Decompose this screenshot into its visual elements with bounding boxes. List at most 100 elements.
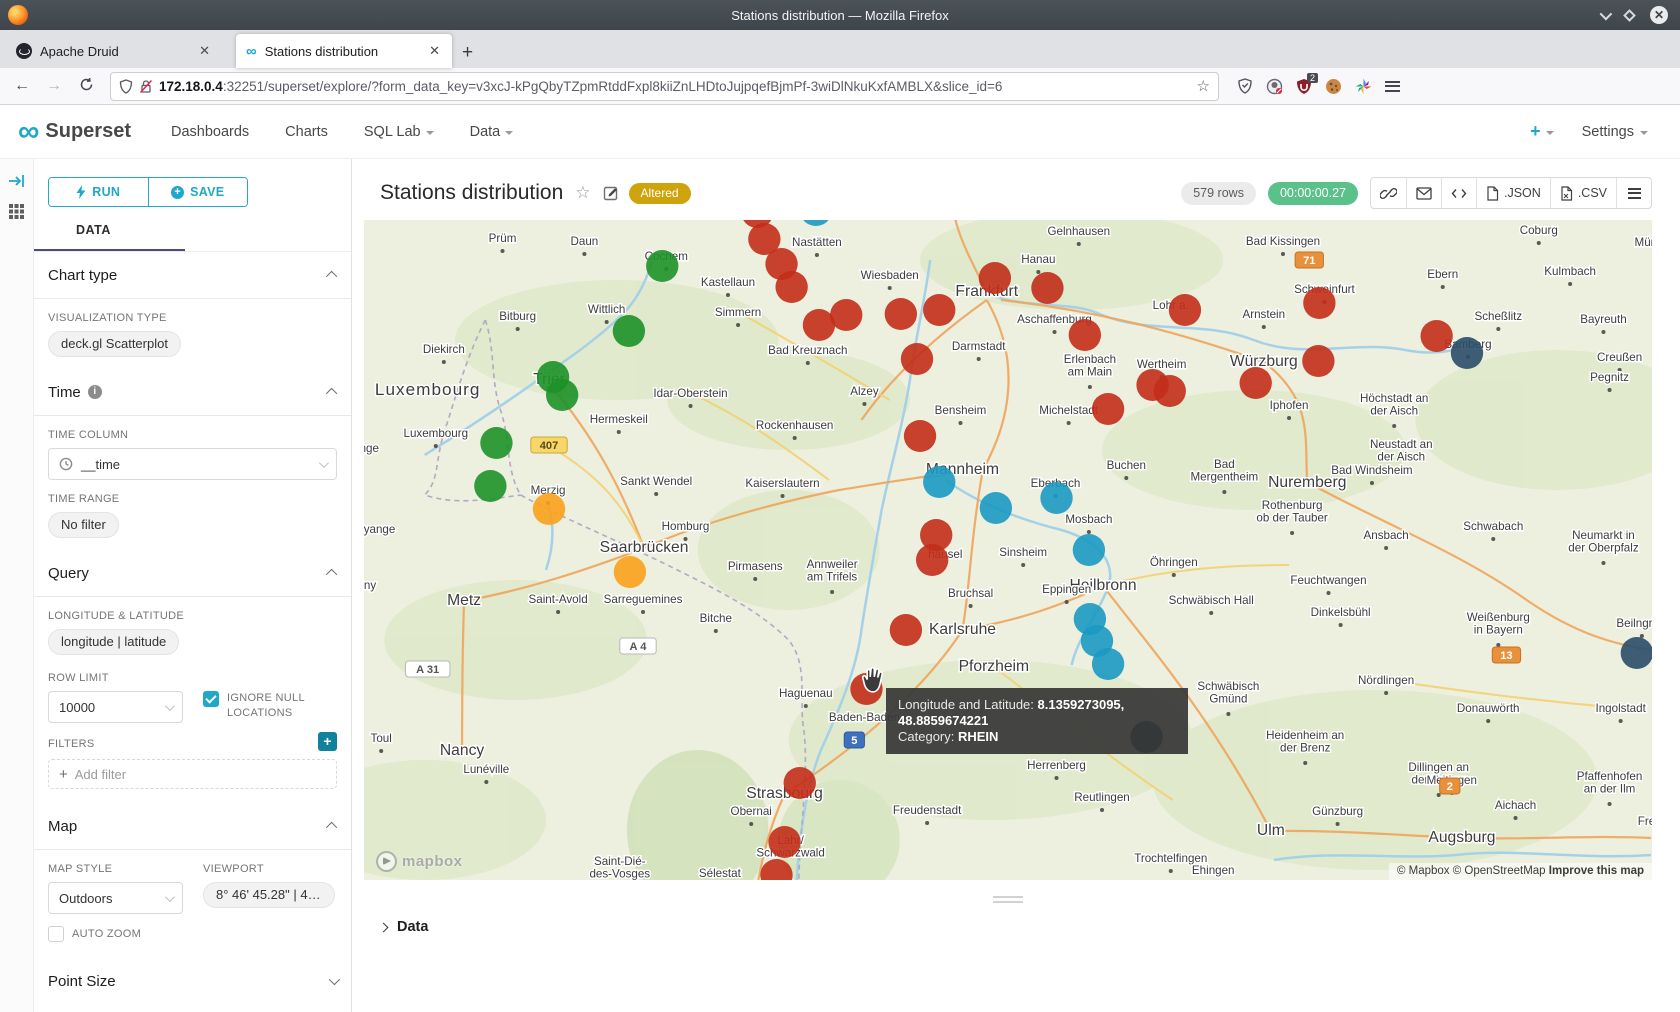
altered-badge[interactable]: Altered [629, 183, 691, 204]
section-map[interactable]: Map [48, 803, 337, 849]
scatter-point[interactable] [1092, 393, 1124, 425]
ublock-icon[interactable]: 2 [1296, 78, 1312, 95]
settings-menu[interactable]: Settings [1582, 124, 1648, 140]
time-range-chip[interactable]: No filter [48, 512, 119, 538]
scatter-point[interactable] [768, 826, 800, 858]
download-json-button[interactable]: .JSON [1476, 178, 1550, 208]
edit-properties-icon[interactable] [603, 185, 619, 201]
scatter-point[interactable] [916, 544, 948, 576]
cookie-icon[interactable] [1325, 78, 1342, 95]
shield-icon[interactable] [119, 79, 133, 94]
map-attribution[interactable]: © Mapbox © OpenStreetMap Improve this ma… [1389, 863, 1652, 880]
section-query[interactable]: Query [48, 550, 337, 596]
section-point-size[interactable]: Point Size [48, 958, 337, 1004]
scatter-point[interactable] [480, 427, 512, 459]
scatter-point[interactable] [784, 767, 816, 799]
checkbox-unchecked-icon[interactable] [48, 926, 64, 942]
back-icon[interactable]: ← [8, 77, 36, 95]
scatter-point[interactable] [1031, 272, 1063, 304]
time-column-select[interactable]: __time [48, 448, 337, 480]
scatter-point[interactable] [613, 315, 645, 347]
bookmark-star-icon[interactable]: ☆ [1197, 77, 1210, 95]
nav-charts[interactable]: Charts [285, 124, 328, 140]
scatter-point[interactable] [1621, 637, 1652, 669]
insecure-lock-icon[interactable] [139, 79, 153, 94]
chart-menu-button[interactable] [1616, 178, 1651, 208]
section-time[interactable]: Timei [48, 369, 337, 415]
scatter-point[interactable] [979, 262, 1011, 294]
scatter-point[interactable] [533, 493, 565, 525]
tab-stations-distribution[interactable]: ∞ Stations distribution ✕ [236, 34, 452, 68]
section-chart-type[interactable]: Chart type [48, 252, 337, 298]
lonlat-chip[interactable]: longitude | latitude [48, 629, 179, 655]
share-link-button[interactable] [1371, 178, 1406, 208]
scatter-point[interactable] [923, 294, 955, 326]
checkbox-checked-icon[interactable] [203, 691, 219, 707]
email-button[interactable] [1406, 178, 1441, 208]
scatter-point[interactable] [830, 299, 862, 331]
scatter-point[interactable] [923, 466, 955, 498]
reload-icon[interactable] [72, 77, 100, 95]
scatter-point[interactable] [1169, 294, 1201, 326]
scatter-point[interactable] [885, 298, 917, 330]
pinwheel-extension-icon[interactable] [1355, 78, 1372, 95]
nav-sql-lab[interactable]: SQL Lab [364, 124, 434, 140]
save-button[interactable]: + SAVE [148, 178, 248, 206]
privacy-extension-icon[interactable] [1266, 78, 1283, 95]
collapse-panel-icon[interactable] [8, 173, 26, 189]
scatter-point[interactable] [901, 343, 933, 375]
forward-icon[interactable]: → [40, 77, 68, 95]
add-filter-input[interactable]: + Add filter [48, 759, 337, 789]
resize-handle[interactable] [993, 896, 1023, 903]
scatter-point[interactable] [1040, 482, 1072, 514]
add-new-button[interactable]: + [1530, 121, 1554, 142]
scatter-point[interactable] [904, 420, 936, 452]
tab-close-icon[interactable]: ✕ [427, 43, 442, 59]
favorite-star-icon[interactable]: ☆ [575, 183, 590, 203]
scatter-point[interactable] [1069, 319, 1101, 351]
auto-zoom-checkbox-row[interactable]: AUTO ZOOM [48, 926, 337, 942]
deckgl-map[interactable]: PrümDaunCochemNastättenGelnhausenHanauBa… [364, 220, 1652, 880]
url-bar[interactable]: 172.18.0.4:32251/superset/explore/?form_… [110, 72, 1219, 101]
scatter-point[interactable] [1092, 648, 1124, 680]
scatter-point[interactable] [1451, 337, 1483, 369]
ignore-null-checkbox-row[interactable]: IGNORE NULLLOCATIONS [203, 691, 337, 721]
scatter-point[interactable] [890, 614, 922, 646]
window-maximize-icon[interactable] [1623, 9, 1636, 22]
new-tab-button[interactable]: + [452, 42, 483, 68]
run-button[interactable]: RUN [49, 178, 148, 206]
window-close-icon[interactable]: ✕ [1650, 6, 1668, 24]
scatter-point[interactable] [646, 250, 678, 282]
scatter-point[interactable] [775, 271, 807, 303]
superset-logo-icon[interactable]: ∞ [18, 117, 37, 147]
dataset-grid-icon[interactable] [8, 203, 25, 220]
scatter-point[interactable] [614, 556, 646, 588]
scatter-point[interactable] [980, 492, 1012, 524]
tab-close-icon[interactable]: ✕ [197, 43, 212, 59]
mapbox-logo[interactable]: mapbox [376, 851, 463, 872]
scatter-point[interactable] [546, 379, 578, 411]
scatter-point[interactable] [1420, 320, 1452, 352]
nav-dashboards[interactable]: Dashboards [171, 124, 249, 140]
viewport-chip[interactable]: 8° 46' 45.28" | 49... [203, 882, 335, 908]
scatter-point[interactable] [474, 470, 506, 502]
pocket-icon[interactable] [1237, 78, 1253, 94]
scatter-point[interactable] [1302, 345, 1334, 377]
add-filter-plus-button[interactable]: + [318, 732, 337, 751]
tab-apache-druid[interactable]: Apache Druid ✕ [6, 34, 222, 68]
window-minimize-icon[interactable] [1600, 7, 1613, 20]
scatter-point[interactable] [1073, 534, 1105, 566]
scatter-point[interactable] [1154, 375, 1186, 407]
tab-data[interactable]: DATA [76, 223, 111, 249]
download-csv-button[interactable]: .CSV [1550, 178, 1616, 208]
visualization-type-chip[interactable]: deck.gl Scatterplot [48, 331, 181, 357]
data-panel-toggle[interactable]: Data [364, 919, 1652, 935]
embed-code-button[interactable] [1441, 178, 1476, 208]
firefox-menu-icon[interactable] [1385, 78, 1400, 94]
superset-brand[interactable]: Superset [45, 120, 131, 143]
row-limit-select[interactable]: 10000 [48, 691, 183, 723]
scatter-point[interactable] [1303, 287, 1335, 319]
map-style-select[interactable]: Outdoors [48, 882, 183, 914]
nav-data[interactable]: Data [470, 124, 514, 140]
scatter-point[interactable] [1240, 367, 1272, 399]
